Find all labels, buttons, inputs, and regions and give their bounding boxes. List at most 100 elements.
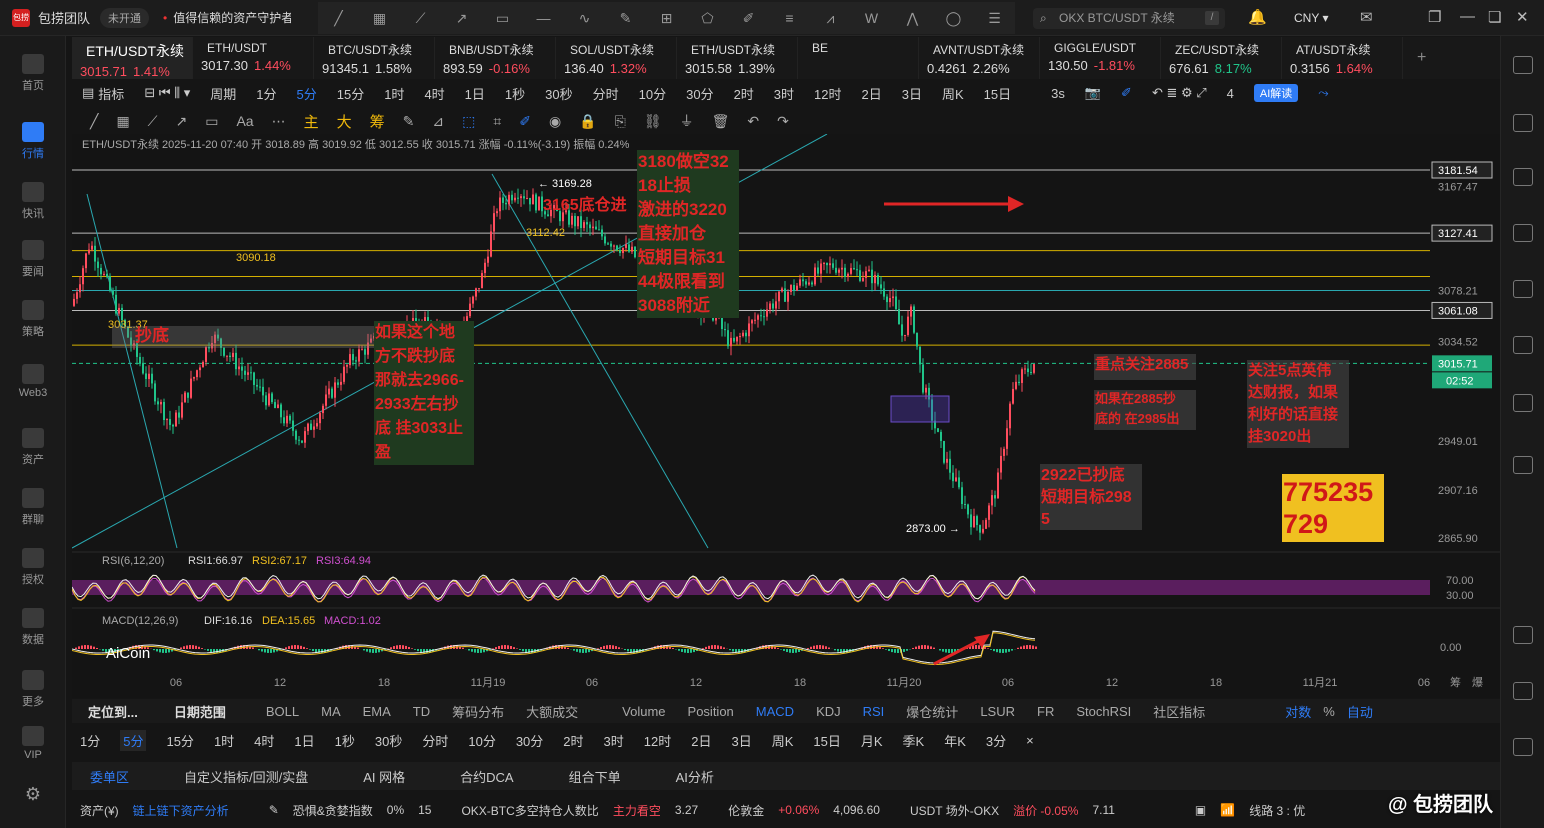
bottom-timeframe-option[interactable]: 年K [944, 731, 966, 750]
layout-icon[interactable]: ⊟ ⏮ ⫼ ▾ [144, 85, 190, 101]
indicator-toggle[interactable]: MA [321, 704, 341, 719]
timeframe-option[interactable]: 15日 [984, 84, 1011, 103]
restore-icon[interactable]: ❏ [1488, 8, 1501, 26]
bottom-tab[interactable]: 组合下单 [569, 767, 621, 786]
big-order-tool[interactable]: 大 [337, 111, 352, 132]
indicator-toggle[interactable]: FR [1037, 704, 1054, 719]
timeframe-option[interactable]: 2时 [734, 84, 754, 103]
symbol-tab[interactable]: AT/USDT永续 0.3156 1.64% [1282, 37, 1403, 79]
close-timeframe-bar[interactable]: × [1026, 733, 1034, 748]
bottom-timeframe-option[interactable]: 1时 [214, 731, 234, 750]
timeframe-option[interactable]: 15分 [337, 84, 364, 103]
line-status[interactable]: 线路 3 : 优 [1249, 802, 1305, 819]
bottom-tab[interactable]: 合约DCA [460, 767, 513, 786]
indicator-toggle[interactable]: LSUR [980, 704, 1015, 719]
brush-tool-icon[interactable]: ✐ [728, 2, 769, 34]
timeframe-option[interactable]: 30秒 [545, 84, 572, 103]
undo-icon[interactable]: ↶ ≣ ⚙ ⤢ [1152, 85, 1207, 101]
signal-icon[interactable] [1513, 224, 1533, 242]
bottom-timeframe-option[interactable]: 5分 [120, 729, 147, 751]
robot-icon[interactable] [1513, 394, 1533, 412]
lock-icon[interactable]: 🔒 [579, 113, 596, 130]
mail-icon[interactable]: ✉ [1360, 8, 1373, 26]
annotation-a7[interactable]: 2922已抄底短期目标298 5 [1040, 464, 1142, 530]
trend-icon[interactable]: ↗ [175, 113, 187, 130]
scale-option[interactable]: 自动 [1347, 702, 1373, 721]
annotation-a5[interactable]: 如果在2885抄底的 在2985出 [1094, 390, 1196, 430]
timeframe-option[interactable]: 分时 [593, 84, 619, 103]
sidebar-item-6[interactable]: 资产 [0, 428, 66, 467]
sidebar-item-9[interactable]: 数据 [0, 608, 66, 647]
bottom-timeframe-option[interactable]: 15日 [813, 731, 840, 750]
date-range-button[interactable]: 日期范围 [174, 702, 226, 721]
indicator-toggle[interactable]: EMA [363, 704, 391, 719]
wave-tool-icon[interactable]: ∿ [564, 2, 605, 34]
edit-icon[interactable]: ✎ [269, 803, 279, 817]
bottom-timeframe-option[interactable]: 3分 [986, 731, 1006, 750]
trash-icon[interactable]: 🗑 [712, 113, 730, 130]
dots-icon[interactable]: ⋯ [272, 113, 286, 130]
timeframe-option[interactable]: 2日 [862, 84, 882, 103]
bottom-timeframe-option[interactable]: 1秒 [335, 731, 355, 750]
etf-icon[interactable] [1513, 336, 1533, 354]
timeframe-option[interactable]: 周K [942, 84, 964, 103]
indicator-button[interactable]: 指标 [98, 84, 124, 103]
headset-icon[interactable] [1513, 682, 1533, 700]
zigzag-tool-icon[interactable]: ⩘ [810, 2, 851, 34]
announcement-icon[interactable]: ▣ [1195, 803, 1206, 817]
search-box[interactable]: ⌕ OKX BTC/USDT 永续 / [1033, 8, 1225, 29]
settings-tool-icon[interactable]: ☰ [974, 2, 1015, 34]
sidebar-item-11[interactable]: VIP [0, 726, 66, 761]
channel-tool-icon[interactable]: ▦ [359, 2, 400, 34]
panel-icon[interactable] [1513, 626, 1533, 644]
copy-icon[interactable]: ⎘ [615, 113, 626, 130]
bottom-timeframe-option[interactable]: 4时 [254, 731, 274, 750]
indicator-toggle[interactable]: 爆仓统计 [906, 702, 958, 721]
bottom-tab[interactable]: 委单区 [90, 767, 129, 786]
indicator-icon[interactable]: ▤ [82, 85, 94, 101]
select-icon[interactable]: ⬚ [462, 113, 475, 130]
indicator-toggle[interactable]: BOLL [266, 704, 299, 719]
annotation-a6[interactable]: 关注5点英伟达财报，如果利好的话直接挂3020出 [1247, 360, 1349, 448]
scale-option[interactable]: % [1323, 704, 1335, 719]
period-button[interactable]: 周期 [210, 84, 236, 103]
camera-icon[interactable]: 📷 [1085, 85, 1101, 101]
indicator-toggle[interactable]: 大额成交 [526, 702, 578, 721]
document-icon[interactable] [1513, 114, 1533, 132]
refresh-icon[interactable] [1513, 456, 1533, 474]
timeframe-option[interactable]: 4时 [424, 84, 444, 103]
share-icon[interactable]: ⤳ [1318, 85, 1328, 101]
edit-icon[interactable]: ✎ [403, 113, 415, 130]
annotation-chaodi[interactable]: 抄底 [135, 325, 169, 345]
timeframe-option[interactable]: 3时 [774, 84, 794, 103]
w-pattern-icon[interactable]: W [851, 2, 892, 34]
minimize-icon[interactable]: — [1460, 8, 1475, 25]
link-icon[interactable]: ⛓ [644, 113, 662, 130]
annotation-a3[interactable]: 如果这个地方不跌抄底那就去2966-2933左右抄底 挂3033止盈 [374, 321, 474, 465]
sidebar-item-2[interactable]: 快讯 [0, 182, 66, 221]
bottom-timeframe-option[interactable]: 30分 [516, 731, 543, 750]
wallet-icon[interactable] [1513, 168, 1533, 186]
notice-text[interactable]: 值得信赖的资产守护者 [163, 9, 291, 26]
assets-label[interactable]: 资产(¥) [80, 802, 119, 819]
pencil-tool-icon[interactable]: ✎ [605, 2, 646, 34]
channel-icon[interactable]: ▦ [116, 113, 129, 130]
symbol-tab[interactable]: ETH/USDT 3017.30 1.44% [193, 37, 314, 79]
polygon-tool-icon[interactable]: ⬠ [687, 2, 728, 34]
bottom-timeframe-option[interactable]: 3日 [731, 731, 751, 750]
ray-tool-icon[interactable]: ⟋ [400, 2, 441, 34]
annotation-a8[interactable]: 775235 729 [1282, 474, 1384, 542]
symbol-tab[interactable]: GIGGLE/USDT 130.50 -1.81% [1040, 37, 1161, 79]
measure-tool-icon[interactable]: ⊞ [646, 2, 687, 34]
undo-icon[interactable]: ↶ [747, 113, 759, 130]
line-icon[interactable]: ╱ [90, 113, 98, 130]
timeframe-option[interactable]: 5分 [297, 84, 317, 103]
locate-button[interactable]: 定位到... [88, 702, 138, 721]
timeframe-option[interactable]: 30分 [686, 84, 713, 103]
chain-analysis-link[interactable]: 链上链下资产分析 [133, 802, 229, 819]
annotation-a2[interactable]: 3165底仓进 [543, 195, 627, 214]
bottom-timeframe-option[interactable]: 3时 [604, 731, 624, 750]
rect-icon[interactable]: ▭ [205, 113, 218, 130]
bottom-timeframe-option[interactable]: 季K [903, 731, 925, 750]
bottom-tab[interactable]: AI分析 [676, 767, 714, 786]
